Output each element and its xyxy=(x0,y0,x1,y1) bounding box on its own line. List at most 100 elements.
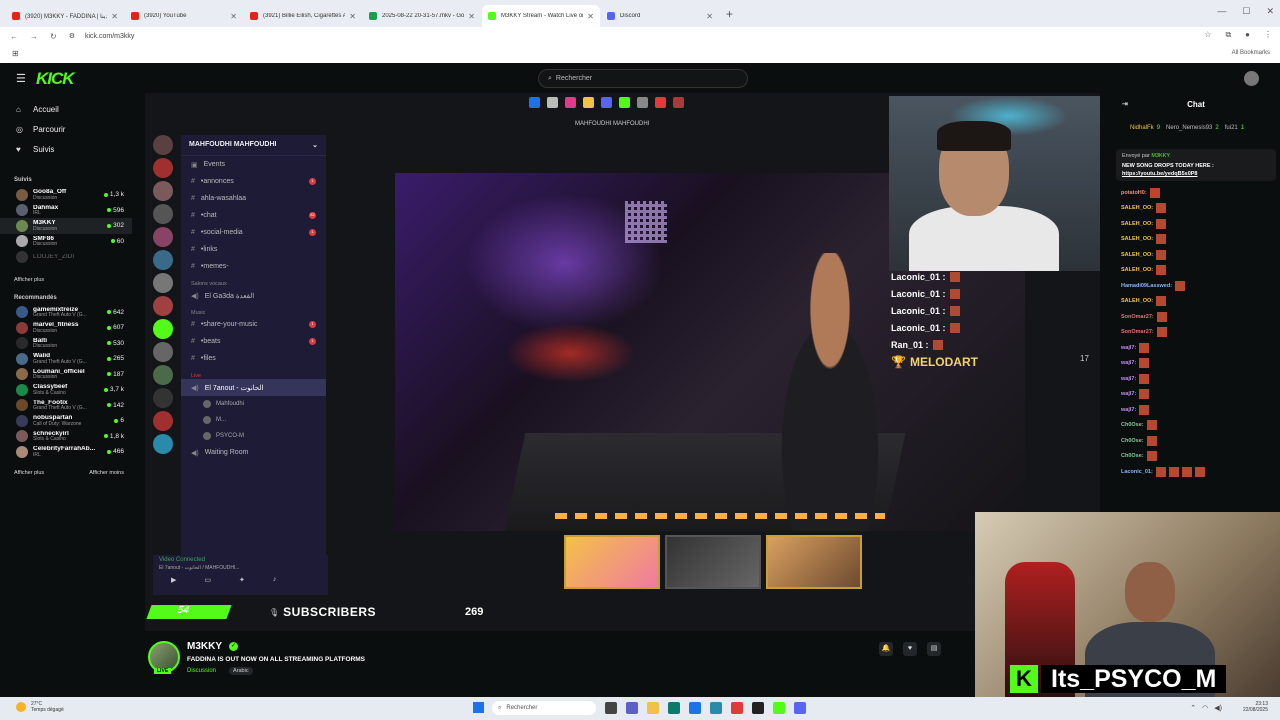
chat-message[interactable]: wajl7: xyxy=(1112,356,1280,372)
music-category[interactable]: Music xyxy=(181,304,326,316)
chat-username[interactable]: Ch0Ose: xyxy=(1121,438,1144,444)
chat-username[interactable]: SALEH_OO: xyxy=(1121,205,1153,211)
sidebar-channel[interactable]: schneckyirl Slots & Casino 1,8 k xyxy=(0,429,132,445)
search-input[interactable]: ⌕ Rechercher xyxy=(538,69,748,88)
wifi-icon[interactable]: ◠ xyxy=(1202,704,1208,712)
nav-item-accueil[interactable]: ⌂ Accueil xyxy=(0,99,132,119)
discord-channel[interactable]: # •annonces 1 xyxy=(181,173,326,190)
chat-message[interactable]: SALEH_OO: xyxy=(1112,294,1280,310)
chat-message[interactable]: Hamadi09Lasswed: xyxy=(1112,278,1280,294)
tab-close-icon[interactable]: ✕ xyxy=(349,12,356,21)
sidebar-channel[interactable]: CelebrityFarrahAb... IRL 466 xyxy=(0,444,132,460)
chat-message[interactable]: Laconic_01: xyxy=(1112,464,1280,480)
chat-username[interactable]: wajl7: xyxy=(1121,391,1136,397)
chat-username[interactable]: Laconic_01: xyxy=(1121,469,1153,475)
follow-heart-icon[interactable]: ♥ xyxy=(903,642,917,656)
activity-icon[interactable]: ✦ xyxy=(239,576,245,584)
discord-channel[interactable]: # •links xyxy=(181,241,326,258)
minimize-icon[interactable]: — xyxy=(1217,6,1226,17)
chat-username[interactable]: SALEH_OO: xyxy=(1121,252,1153,258)
channel-name[interactable]: M3KKY xyxy=(187,641,222,652)
file-explorer-icon[interactable] xyxy=(647,702,659,714)
kick-app-icon[interactable] xyxy=(773,702,785,714)
voice-member[interactable]: M... xyxy=(181,412,326,428)
chrome-icon[interactable] xyxy=(731,702,743,714)
discord-channel[interactable]: # ahla-wasahlaa xyxy=(181,190,326,207)
tab-close-icon[interactable]: ✕ xyxy=(111,12,118,21)
browser-tab[interactable]: (3921) Billie Eilish, Cigarettes Af ✕ xyxy=(244,5,362,27)
sidebar-channel[interactable]: SMF86 Discussion 60 xyxy=(0,234,132,250)
gift-icon[interactable]: ▤ xyxy=(927,642,941,656)
taskbar-search[interactable]: ⌕ Rechercher xyxy=(492,701,596,715)
sidebar-channel[interactable]: M3KKY Discussion 302 xyxy=(0,218,132,234)
chat-username[interactable]: SALEH_OO: xyxy=(1121,267,1153,273)
hamburger-menu-icon[interactable]: ☰ xyxy=(16,72,26,85)
chat-username[interactable]: SALEH_OO: xyxy=(1121,236,1153,242)
voice-member[interactable]: Mahfoudhi xyxy=(181,396,326,412)
url-field[interactable]: kick.com/m3kky xyxy=(85,33,134,40)
chevron-up-icon[interactable]: ⌃ xyxy=(1190,704,1196,712)
stream-tag[interactable]: Arabic xyxy=(229,667,253,675)
discord-app-icon[interactable] xyxy=(794,702,806,714)
leaderboard-entry[interactable]: Nero_Nemesis93 2 xyxy=(1166,125,1219,131)
chat-message[interactable]: SALEH_OO: xyxy=(1112,232,1280,248)
browser-tab[interactable]: Discord ✕ xyxy=(601,5,719,27)
sidebar-channel[interactable]: Loumani_officiel Discussion 187 xyxy=(0,367,132,383)
site-info-icon[interactable]: ⚙ xyxy=(69,32,75,40)
chat-username[interactable]: SonOmar27: xyxy=(1121,314,1154,320)
new-tab-button[interactable]: + xyxy=(726,7,733,21)
discord-channel[interactable]: # •memes- xyxy=(181,258,326,275)
obs-icon[interactable] xyxy=(752,702,764,714)
discord-channel[interactable]: # •share-your-music 1 xyxy=(181,316,326,333)
show-less-recommended[interactable]: Afficher moins xyxy=(89,470,124,476)
leaderboard-entry[interactable]: fui21 1 xyxy=(1225,125,1244,131)
chat-username[interactable]: Ch0Ose: xyxy=(1121,453,1144,459)
tab-close-icon[interactable]: ✕ xyxy=(230,12,237,21)
stream-player[interactable]: MAHFOUDHI MAHFOUDHI MAHFOUDHI MAHFOUDHI ⌄… xyxy=(145,93,1100,631)
chat-message[interactable]: SALEH_OO: xyxy=(1112,263,1280,279)
sidebar-channel[interactable]: Dahmax IRL 596 xyxy=(0,203,132,219)
chat-username[interactable]: Ch0Ose: xyxy=(1121,422,1144,428)
reload-icon[interactable]: ↻ xyxy=(50,32,57,41)
nav-item-parcourir[interactable]: ◎ Parcourir xyxy=(0,119,132,139)
chat-username[interactable]: wajl7: xyxy=(1121,345,1136,351)
chat-username[interactable]: SALEH_OO: xyxy=(1121,298,1153,304)
outlook-icon[interactable] xyxy=(689,702,701,714)
chat-username[interactable]: wajl7: xyxy=(1121,360,1136,366)
following-show-more[interactable]: Afficher plus xyxy=(0,277,132,283)
teams-icon[interactable] xyxy=(626,702,638,714)
maximize-icon[interactable]: ☐ xyxy=(1242,6,1250,17)
chat-message[interactable]: Ch0Ose: xyxy=(1112,418,1280,434)
discord-channel[interactable]: # •files xyxy=(181,350,326,367)
sidebar-channel[interactable]: The_Footix Grand Theft Auto V (G... 142 xyxy=(0,398,132,414)
pinned-link[interactable]: https://youtu.be/yedqB5s0P8 xyxy=(1122,171,1270,177)
chat-username[interactable]: SonOmar27: xyxy=(1121,329,1154,335)
leaderboard-entry[interactable]: NidhalFk 9 xyxy=(1130,125,1160,131)
camera-icon[interactable]: ▶ xyxy=(171,576,176,584)
live-category[interactable]: Live xyxy=(181,367,326,379)
chat-message[interactable]: Ch0Ose: xyxy=(1112,433,1280,449)
edge-icon[interactable] xyxy=(668,702,680,714)
back-icon[interactable]: ← xyxy=(10,32,18,41)
weather-widget[interactable]: 27°C Temps dégagé xyxy=(16,701,64,713)
waiting-room[interactable]: ◀) Waiting Room xyxy=(181,444,326,461)
browser-tab[interactable]: M3KKY Stream - Watch Live on ✕ xyxy=(482,5,600,27)
stream-category[interactable]: Discussion xyxy=(187,668,216,674)
chat-message[interactable]: wajl7: xyxy=(1112,340,1280,356)
extensions-icon[interactable]: ⧉ xyxy=(1225,30,1231,40)
sidebar-channel[interactable]: Walid Grand Theft Auto V (G... 265 xyxy=(0,351,132,367)
chat-message[interactable]: SonOmar27: xyxy=(1112,325,1280,341)
chat-message[interactable]: wajl7: xyxy=(1112,387,1280,403)
chat-message[interactable]: Ch0Ose: xyxy=(1112,449,1280,465)
tab-close-icon[interactable]: ✕ xyxy=(706,12,713,21)
voice-category[interactable]: Salons vocaux xyxy=(181,275,326,287)
sidebar-channel[interactable]: gamemixtreize Grand Theft Auto V (G... 642 xyxy=(0,305,132,321)
windows-start-icon[interactable] xyxy=(473,702,484,713)
task-view-icon[interactable] xyxy=(605,702,617,714)
tab-close-icon[interactable]: ✕ xyxy=(468,12,475,21)
browser-tab[interactable]: 2025-08-22 20-31-57.mkv - Go ✕ xyxy=(363,5,481,27)
sidebar-channel[interactable]: nobuspartan Call of Duty: Warzone 6 xyxy=(0,413,132,429)
sidebar-channel[interactable]: marvel_fitness Discussion 607 xyxy=(0,320,132,336)
sidebar-channel[interactable]: Classybeef Slots & Casino 3,7 k xyxy=(0,382,132,398)
chat-username[interactable]: wajl7: xyxy=(1121,407,1136,413)
